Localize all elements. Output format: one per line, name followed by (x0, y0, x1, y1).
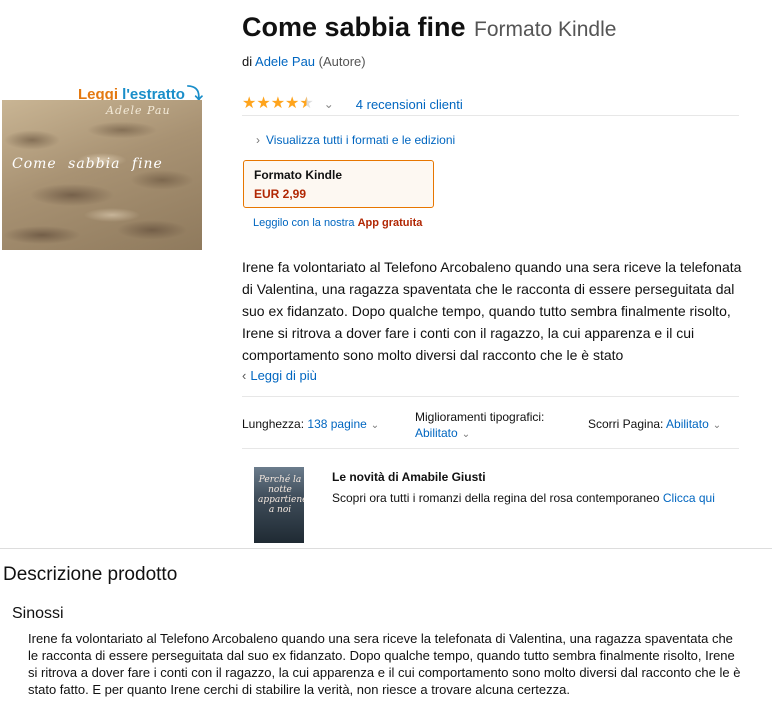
rating-row: ★★★★★ ⌄ 4 recensioni clienti (242, 95, 463, 113)
spec-page-flip: Scorri Pagina: Abilitato ⌄ (588, 417, 721, 431)
chevron-left-icon: ‹ (242, 368, 247, 383)
book-description: Irene fa volontariato al Telefono Arcoba… (242, 259, 742, 363)
spec-length-label: Lunghezza: (242, 417, 305, 431)
spec-scroll-value[interactable]: Abilitato (666, 417, 709, 431)
promo-text: Scopri ora tutti i romanzi della regina … (332, 489, 742, 508)
book-format: Formato Kindle (474, 18, 617, 41)
promo-book-cover[interactable]: Perché la notte appartiene a noi (254, 467, 304, 543)
byline-prefix: di (242, 54, 253, 69)
free-app-line[interactable]: Leggilo con la nostra App gratuita (253, 217, 422, 229)
divider (242, 115, 739, 116)
star-icon: ★ (242, 95, 257, 112)
promo-title: Le novità di Amabile Giusti (332, 470, 486, 484)
chevron-down-icon[interactable]: ⌄ (324, 97, 334, 111)
spec-typo-value[interactable]: Abilitato (415, 426, 458, 440)
cover-author-text: Adele Pau (106, 104, 171, 117)
book-cover-image[interactable]: Adele Pau Come sabbia fine (2, 100, 202, 250)
book-title: Come sabbia fine (242, 12, 466, 42)
promo-cover-text: Perché la notte appartiene a noi (258, 475, 304, 515)
spec-scroll-label: Scorri Pagina: (588, 417, 664, 431)
product-title: Come sabbia fine Formato Kindle (242, 12, 616, 43)
read-more-label: Leggi di più (250, 368, 317, 383)
author-link[interactable]: Adele Pau (255, 54, 315, 69)
format-kindle-option[interactable]: Formato Kindle EUR 2,99 (243, 160, 434, 208)
star-icon: ★ (256, 95, 271, 112)
star-rating[interactable]: ★★★★★ (242, 95, 314, 113)
promo-link[interactable]: Clicca qui (663, 491, 715, 505)
cover-title-text: Come sabbia fine (12, 156, 163, 172)
app-link: App gratuita (357, 217, 423, 229)
reviews-link[interactable]: 4 recensioni clienti (356, 97, 463, 112)
read-more-link[interactable]: ‹ Leggi di più (242, 368, 317, 383)
product-description-heading: Descrizione prodotto (3, 564, 178, 585)
all-formats-label: Visualizza tutti i formati e le edizioni (266, 133, 456, 147)
chevron-right-icon: › (256, 133, 260, 147)
spec-typo-label: Miglioramenti tipografici: (415, 410, 545, 424)
synopsis-text: Irene fa volontariato al Telefono Arcoba… (28, 631, 741, 697)
divider (242, 396, 739, 397)
half-star-icon: ★ (299, 95, 314, 112)
author-role: (Autore) (318, 54, 366, 69)
star-icon: ★ (270, 95, 286, 112)
promo-body: Scopri ora tutti i romanzi della regina … (332, 491, 660, 505)
spec-length-value[interactable]: 138 pagine (307, 417, 366, 431)
format-option-price: EUR 2,99 (254, 187, 307, 201)
app-prefix: Leggilo con la nostra (253, 217, 355, 229)
byline: di Adele Pau (Autore) (242, 54, 366, 69)
all-formats-link[interactable]: › Visualizza tutti i formati e le edizion… (256, 133, 455, 147)
spec-length: Lunghezza: 138 pagine ⌄ (242, 417, 379, 431)
chevron-down-icon[interactable]: ⌄ (371, 420, 379, 431)
format-option-name: Formato Kindle (254, 168, 343, 182)
chevron-down-icon[interactable]: ⌄ (713, 420, 721, 431)
section-divider (0, 548, 772, 549)
divider (242, 448, 739, 449)
chevron-down-icon[interactable]: ⌄ (462, 429, 470, 440)
synopsis-heading: Sinossi (12, 605, 64, 622)
spec-typography: Miglioramenti tipografici: Abilitato ⌄ (415, 409, 544, 443)
star-icon: ★ (285, 95, 300, 112)
